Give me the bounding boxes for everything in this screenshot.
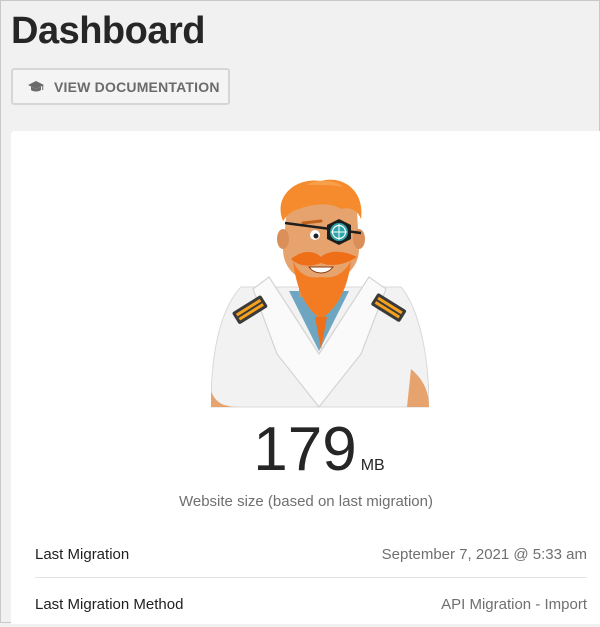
last-migration-method-value: API Migration - Import: [441, 596, 587, 613]
view-documentation-button[interactable]: VIEW DOCUMENTATION: [11, 68, 230, 105]
graduation-cap-icon: [28, 80, 44, 93]
last-migration-label: Last Migration: [35, 546, 130, 563]
dashboard-card: 179 MB Website size (based on last migra…: [11, 131, 600, 624]
website-size-unit: MB: [360, 457, 385, 474]
captain-mascot-illustration: [211, 179, 429, 408]
page-title: Dashboard: [11, 10, 205, 52]
last-migration-value: September 7, 2021 @ 5:33 am: [381, 546, 587, 563]
view-documentation-label: VIEW DOCUMENTATION: [54, 78, 220, 95]
last-migration-method-label: Last Migration Method: [35, 596, 184, 613]
last-migration-row: Last Migration September 7, 2021 @ 5:33 …: [35, 546, 587, 578]
website-size-value: 179: [253, 415, 357, 484]
website-size-caption: Website size (based on last migration): [178, 493, 433, 510]
website-size-display: 179 MB: [11, 419, 600, 481]
last-migration-method-row: Last Migration Method API Migration - Im…: [35, 596, 587, 627]
